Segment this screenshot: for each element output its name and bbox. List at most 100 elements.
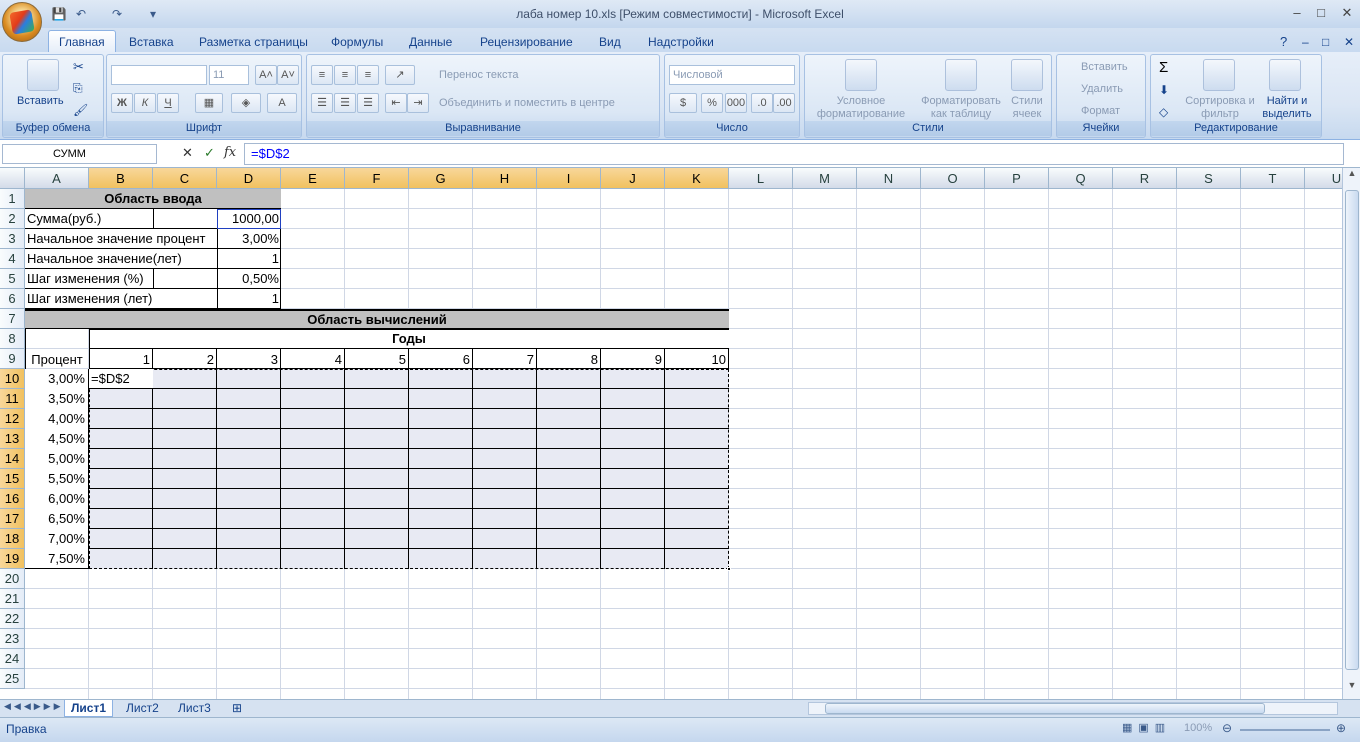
name-box[interactable]: СУММ (2, 144, 157, 164)
row-header[interactable]: 8 (0, 329, 25, 349)
cancel-icon[interactable]: ✕ (182, 145, 193, 161)
find-select-icon[interactable] (1269, 59, 1301, 91)
cell-year[interactable]: 5 (345, 350, 408, 369)
row-header[interactable]: 13 (0, 429, 25, 449)
delete-cells-button[interactable]: Удалить (1081, 83, 1123, 95)
cell-styles-button[interactable]: Стили ячеек (1005, 95, 1049, 121)
horizontal-scroll-thumb[interactable] (825, 703, 1265, 714)
zoom-in-icon[interactable]: ⊕ (1336, 721, 1346, 735)
align-center-icon[interactable]: ☰ (334, 93, 356, 113)
row-header[interactable]: 18 (0, 529, 25, 549)
paste-button[interactable]: Вставить (17, 95, 64, 107)
row-header[interactable]: 16 (0, 489, 25, 509)
fill-icon[interactable]: ⬇ (1159, 83, 1169, 97)
row-header[interactable]: 2 (0, 209, 25, 229)
conditional-format-button[interactable]: Условное форматирование (811, 95, 911, 121)
column-header[interactable]: F (345, 168, 409, 189)
align-left-icon[interactable]: ☰ (311, 93, 333, 113)
row-header[interactable]: 1 (0, 189, 25, 209)
tab-insert[interactable]: Вставка (125, 32, 178, 52)
row-header[interactable]: 23 (0, 629, 25, 649)
zoom-level[interactable]: 100% (1184, 722, 1212, 734)
cell-years-start-label[interactable]: Начальное значение(лет) (25, 249, 217, 268)
cell-percent[interactable]: 5,50% (25, 469, 87, 488)
tab-formulas[interactable]: Формулы (327, 32, 387, 52)
cell-years-start-value[interactable]: 1 (217, 249, 281, 268)
align-bottom-icon[interactable]: ≡ (357, 65, 379, 85)
increase-decimal-icon[interactable]: .0 (751, 93, 773, 113)
insert-sheet-icon[interactable]: ⊞ (226, 700, 248, 717)
row-header[interactable]: 5 (0, 269, 25, 289)
decrease-indent-icon[interactable]: ⇤ (385, 93, 407, 113)
vertical-scrollbar[interactable]: ▲ ▼ (1342, 168, 1360, 699)
zoom-slider[interactable] (1240, 729, 1330, 731)
cell-year[interactable]: 10 (665, 350, 728, 369)
orientation-icon[interactable]: ↗ (385, 65, 415, 85)
cell-year[interactable]: 1 (89, 350, 152, 369)
font-size-select[interactable]: 11 (209, 65, 249, 85)
ribbon-restore-button[interactable]: □ (1318, 32, 1333, 52)
cell-styles-icon[interactable] (1011, 59, 1043, 91)
column-header[interactable]: H (473, 168, 537, 189)
row-header[interactable]: 7 (0, 309, 25, 329)
cell-percent[interactable]: 4,50% (25, 429, 87, 448)
copy-icon[interactable]: ⎘ (73, 81, 83, 96)
currency-icon[interactable]: $ (669, 93, 697, 113)
view-buttons-icon[interactable]: ▦▣▥ (1122, 721, 1178, 738)
insert-cells-button[interactable]: Вставить (1081, 61, 1128, 73)
tab-view[interactable]: Вид (595, 32, 625, 52)
column-header[interactable]: N (857, 168, 921, 189)
row-header[interactable]: 4 (0, 249, 25, 269)
column-header[interactable]: K (665, 168, 729, 189)
sheet-tab-1[interactable]: Лист1 (64, 700, 114, 717)
font-color-icon[interactable]: A (267, 93, 297, 113)
format-as-table-icon[interactable] (945, 59, 977, 91)
column-header[interactable]: A (25, 168, 89, 189)
row-header[interactable]: 9 (0, 349, 25, 369)
column-header[interactable]: L (729, 168, 793, 189)
column-header[interactable]: O (921, 168, 985, 189)
column-header[interactable]: P (985, 168, 1049, 189)
cell-rate-step-label[interactable]: Шаг изменения (%) (25, 269, 153, 288)
scroll-up-icon[interactable]: ▲ (1344, 168, 1360, 184)
column-header[interactable]: G (409, 168, 473, 189)
column-header[interactable]: U (1305, 168, 1342, 189)
cell-percent[interactable]: 7,00% (25, 529, 87, 548)
sheet-tab-2[interactable]: Лист2 (120, 700, 165, 717)
row-header[interactable]: 3 (0, 229, 25, 249)
number-format-select[interactable]: Числовой (669, 65, 795, 85)
cell-year[interactable]: 6 (409, 350, 472, 369)
scroll-down-icon[interactable]: ▼ (1344, 680, 1360, 696)
minimize-button[interactable]: – (1286, 5, 1308, 20)
cell-percent-header[interactable]: Процент (25, 350, 89, 369)
font-name-select[interactable] (111, 65, 207, 85)
format-painter-icon[interactable]: 🖌 (73, 103, 88, 117)
close-button[interactable]: ✕ (1336, 5, 1358, 21)
cell-years-step-label[interactable]: Шаг изменения (лет) (25, 289, 217, 308)
row-header[interactable]: 12 (0, 409, 25, 429)
cell-calc-title[interactable]: Область вычислений (25, 310, 729, 329)
ribbon-close-button[interactable]: ✕ (1340, 32, 1358, 52)
cell-years-header[interactable]: Годы (89, 329, 729, 348)
zoom-out-icon[interactable]: ⊖ (1222, 721, 1232, 735)
align-right-icon[interactable]: ☰ (357, 93, 379, 113)
row-header[interactable]: 25 (0, 669, 25, 689)
row-header[interactable]: 20 (0, 569, 25, 589)
italic-button[interactable]: К (134, 93, 156, 113)
column-header[interactable]: S (1177, 168, 1241, 189)
row-header[interactable]: 11 (0, 389, 25, 409)
cell-percent[interactable]: 7,50% (25, 549, 87, 568)
format-cells-button[interactable]: Формат (1081, 105, 1120, 117)
vertical-scroll-thumb[interactable] (1345, 190, 1359, 670)
align-middle-icon[interactable]: ≡ (334, 65, 356, 85)
decrease-decimal-icon[interactable]: .00 (773, 93, 795, 113)
underline-button[interactable]: Ч (157, 93, 179, 113)
column-header[interactable]: R (1113, 168, 1177, 189)
grow-font-icon[interactable]: A˄ (255, 65, 277, 85)
help-icon[interactable]: ? (1276, 32, 1291, 52)
cell-sum-value[interactable]: 1000,00 (217, 209, 281, 228)
formula-input[interactable]: =$D$2 (244, 143, 1344, 165)
merge-center-button[interactable]: Объединить и поместить в центре (439, 97, 615, 109)
increase-indent-icon[interactable]: ⇥ (407, 93, 429, 113)
sort-filter-icon[interactable] (1203, 59, 1235, 91)
